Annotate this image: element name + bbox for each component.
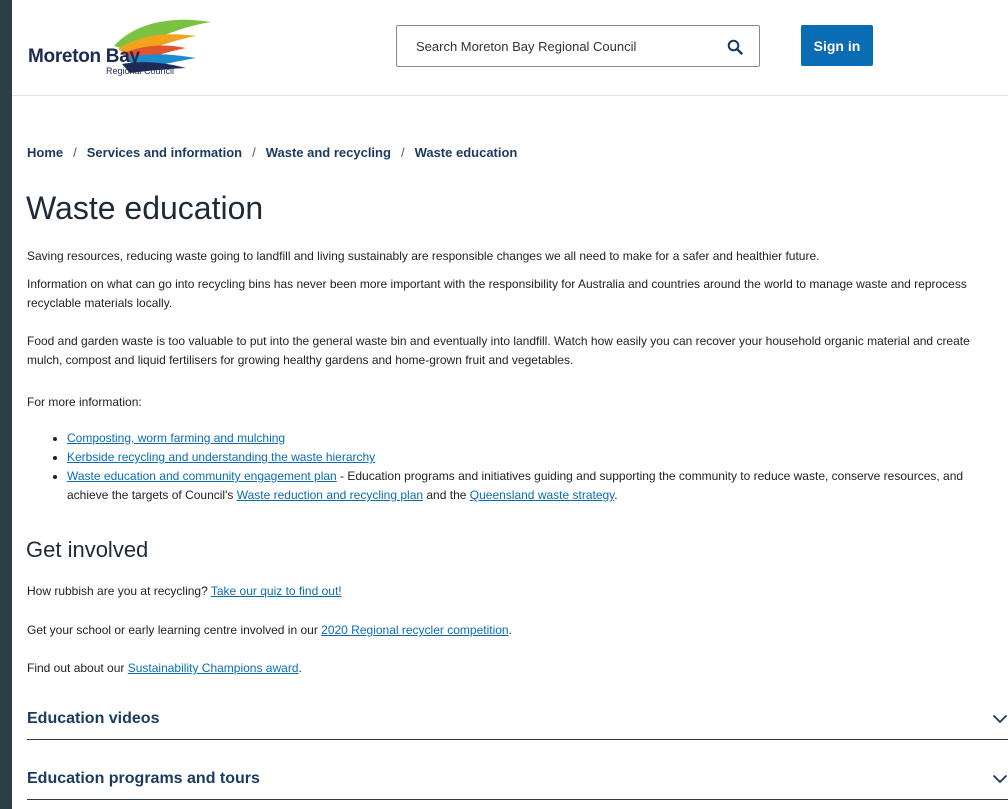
more-info-label: For more information: [27, 395, 142, 409]
quiz-text: How rubbish are you at recycling? [27, 584, 211, 598]
breadcrumb-separator: / [252, 145, 256, 160]
search-input[interactable] [414, 37, 708, 55]
page: Moreton Bay Regional Council Sign in Hom… [12, 0, 1008, 809]
champions-text: Find out about our [27, 661, 128, 675]
competition-link[interactable]: 2020 Regional recycler competition [321, 623, 508, 637]
left-edge [0, 0, 12, 809]
champions-link[interactable]: Sustainability Champions award [128, 661, 299, 675]
champions-line: Find out about our Sustainability Champi… [27, 661, 302, 675]
intro-paragraph: Information on what can go into recyclin… [27, 277, 967, 310]
logo-wordmark: Moreton Bay [28, 46, 140, 67]
list-item: Kerbside recycling and understanding the… [67, 448, 997, 467]
council-logo[interactable]: Moreton Bay Regional Council [26, 16, 216, 76]
intro-paragraph: Food and garden waste is too valuable to… [27, 334, 970, 367]
reduction-plan-link[interactable]: Waste reduction and recycling plan [237, 488, 423, 502]
breadcrumb-current[interactable]: Waste education [415, 145, 518, 160]
accordion-title: Education programs and tours [27, 770, 260, 787]
engagement-plan-link[interactable]: Waste education and community engagement… [67, 469, 337, 483]
champions-end: . [298, 661, 302, 675]
breadcrumb-waste-recycling[interactable]: Waste and recycling [266, 145, 391, 160]
list-item: Waste education and community engagement… [67, 467, 997, 505]
list-item: Composting, worm farming and mulching [67, 429, 997, 448]
competition-text: Get your school or early learning centre… [27, 623, 322, 637]
list-item-text: and the [423, 488, 470, 502]
chevron-down-icon[interactable] [992, 774, 1008, 784]
search-icon[interactable] [727, 39, 743, 55]
chevron-down-icon[interactable] [992, 714, 1008, 724]
info-links-list: Composting, worm farming and mulching Ke… [27, 429, 997, 505]
accordion-title: Education videos [27, 710, 160, 727]
competition-line: Get your school or early learning centre… [27, 623, 512, 637]
get-involved-heading: Get involved [26, 537, 149, 562]
kerbside-recycling-link[interactable]: Kerbside recycling and understanding the… [67, 450, 375, 464]
breadcrumb-home[interactable]: Home [27, 145, 63, 160]
breadcrumb-separator: / [73, 145, 77, 160]
logo-subtitle: Regional Council [106, 66, 175, 76]
breadcrumb: Home / Services and information / Waste … [27, 145, 517, 160]
intro-paragraph: Saving resources, reducing waste going t… [27, 249, 820, 263]
list-item-text: . [614, 488, 618, 502]
site-header: Moreton Bay Regional Council Sign in [12, 0, 1008, 96]
composting-link[interactable]: Composting, worm farming and mulching [67, 431, 285, 445]
sign-in-button[interactable]: Sign in [801, 25, 873, 66]
page-title: Waste education [26, 190, 264, 226]
accordion-education-programs[interactable]: Education programs and tours [27, 759, 1008, 800]
breadcrumb-services[interactable]: Services and information [87, 145, 242, 160]
breadcrumb-separator: / [400, 145, 405, 160]
search-box[interactable] [396, 25, 760, 67]
competition-end: . [508, 623, 512, 637]
qld-strategy-link[interactable]: Queensland waste strategy [470, 488, 615, 502]
quiz-link[interactable]: Take our quiz to find out! [211, 584, 342, 598]
quiz-line: How rubbish are you at recycling? Take o… [27, 584, 342, 598]
accordion-education-videos[interactable]: Education videos [27, 699, 1008, 740]
